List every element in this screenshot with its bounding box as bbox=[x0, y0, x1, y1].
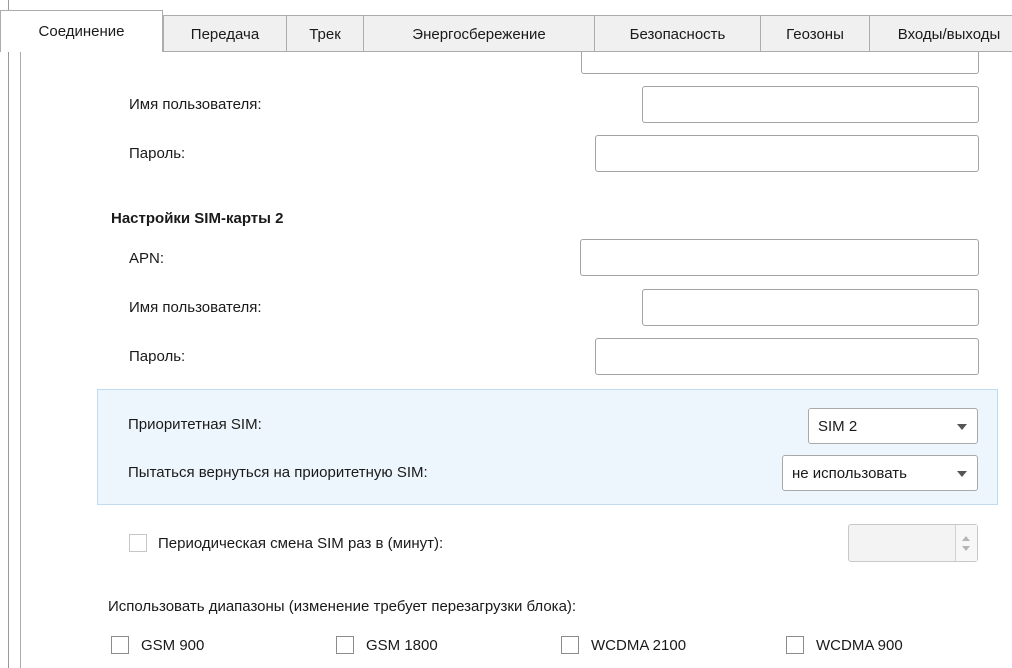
band-wcdma900-label: WCDMA 900 bbox=[816, 637, 903, 654]
tab-power-saving[interactable]: Энергосбережение bbox=[363, 15, 595, 52]
band-gsm1800-label: GSM 1800 bbox=[366, 637, 438, 654]
sim2-apn-field[interactable] bbox=[580, 239, 979, 276]
chevron-down-icon bbox=[957, 424, 967, 430]
tab-label: Трек bbox=[309, 25, 341, 43]
chevron-up-icon[interactable] bbox=[962, 536, 970, 541]
tab-label: Соединение bbox=[38, 23, 125, 40]
chevron-down-icon[interactable] bbox=[962, 546, 970, 551]
periodic-sim-switch-checkbox[interactable] bbox=[129, 534, 147, 552]
priority-sim-label: Приоритетная SIM: bbox=[128, 416, 262, 433]
window-left-border bbox=[8, 0, 9, 668]
select-value: не использовать bbox=[792, 464, 907, 482]
tab-connection[interactable]: Соединение bbox=[0, 10, 163, 52]
sim1-username-label: Имя пользователя: bbox=[129, 96, 262, 113]
tab-label: Энергосбережение bbox=[412, 25, 546, 43]
periodic-sim-switch-minutes-spinner[interactable] bbox=[848, 524, 978, 562]
tab-geozones[interactable]: Геозоны bbox=[760, 15, 870, 52]
band-wcdma900-checkbox[interactable] bbox=[786, 636, 804, 654]
sim1-username-field[interactable] bbox=[642, 86, 979, 123]
sim2-username-label: Имя пользователя: bbox=[129, 299, 262, 316]
sim2-username-field[interactable] bbox=[642, 289, 979, 326]
band-wcdma2100-label: WCDMA 2100 bbox=[591, 637, 687, 654]
return-priority-sim-label: Пытаться вернуться на приоритетную SIM: bbox=[128, 464, 428, 481]
sim2-password-label: Пароль: bbox=[129, 348, 186, 365]
tab-transfer[interactable]: Передача bbox=[163, 15, 287, 52]
band-wcdma2100-checkbox[interactable] bbox=[561, 636, 579, 654]
tab-label: Входы/выходы bbox=[897, 25, 1001, 43]
sim1-password-field[interactable] bbox=[595, 135, 979, 172]
tab-security[interactable]: Безопасность bbox=[594, 15, 761, 52]
bands-label: Использовать диапазоны (изменение требуе… bbox=[108, 598, 577, 615]
sim2-settings-heading: Настройки SIM-карты 2 bbox=[111, 210, 284, 227]
tab-track[interactable]: Трек bbox=[286, 15, 364, 52]
return-priority-sim-select[interactable]: не использовать bbox=[782, 455, 978, 491]
tab-bar: Соединение Передача Трек Энергосбережени… bbox=[0, 10, 1012, 52]
sim1-password-label: Пароль: bbox=[129, 145, 186, 162]
band-gsm900-checkbox[interactable] bbox=[111, 636, 129, 654]
sim2-apn-label: APN: bbox=[129, 250, 165, 267]
chevron-down-icon bbox=[957, 471, 967, 477]
connection-tab-content: Имя пользователя: Пароль: Настройки SIM-… bbox=[20, 52, 1012, 668]
spinner-buttons[interactable] bbox=[955, 525, 977, 561]
sim2-password-field[interactable] bbox=[595, 338, 979, 375]
apn-field-sim1-partial[interactable] bbox=[581, 52, 979, 74]
priority-sim-select[interactable]: SIM 2 bbox=[808, 408, 978, 444]
tab-label: Передача bbox=[190, 25, 260, 43]
band-gsm1800-checkbox[interactable] bbox=[336, 636, 354, 654]
tab-inputs-outputs[interactable]: Входы/выходы bbox=[869, 15, 1012, 52]
tab-label: Безопасность bbox=[629, 25, 726, 43]
band-gsm900-label: GSM 900 bbox=[141, 637, 205, 654]
periodic-sim-switch-label: Периодическая смена SIM раз в (минут): bbox=[158, 535, 444, 552]
select-value: SIM 2 bbox=[818, 417, 858, 435]
tab-label: Геозоны bbox=[786, 25, 844, 43]
